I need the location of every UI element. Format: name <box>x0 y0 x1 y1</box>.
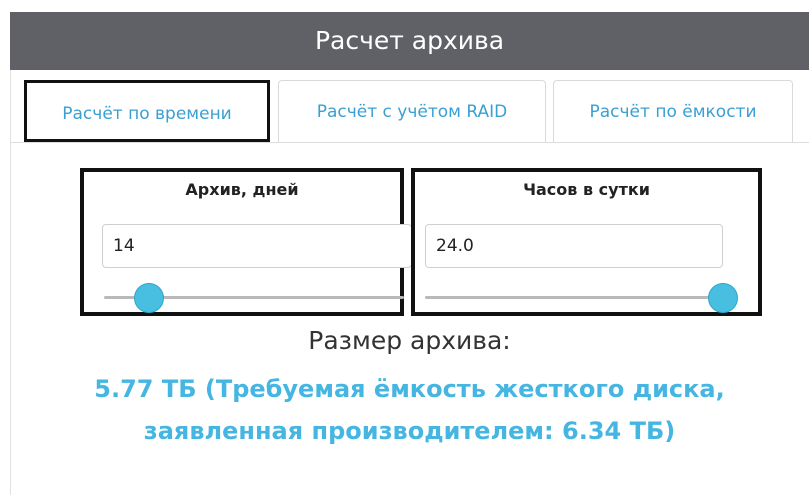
archive-days-slider-thumb[interactable] <box>134 283 164 313</box>
archive-size-result-line2: заявленная производителем: 6.34 ТБ) <box>143 417 676 445</box>
tab-by-time[interactable]: Расчёт по времени <box>24 80 270 142</box>
archive-size-result: 5.77 ТБ (Требуемая ёмкость жесткого диск… <box>10 368 809 452</box>
hours-per-day-slider-track[interactable] <box>425 296 725 299</box>
archive-days-label: Архив, дней <box>185 180 299 199</box>
hours-per-day-slider-thumb[interactable] <box>708 283 738 313</box>
archive-days-group: Архив, дней <box>80 168 412 316</box>
archive-size-result-line1: 5.77 ТБ (Требуемая ёмкость жесткого диск… <box>94 375 725 403</box>
hours-per-day-group: Часов в сутки <box>411 168 762 316</box>
tab-with-raid[interactable]: Расчёт с учётом RAID <box>278 80 546 142</box>
tab-by-capacity[interactable]: Расчёт по ёмкости <box>553 80 793 142</box>
archive-days-input[interactable] <box>102 224 412 268</box>
archive-calculator: Расчет архива Расчёт по времени Расчёт с… <box>0 0 809 495</box>
archive-size-title: Размер архива: <box>308 326 511 355</box>
window-title: Расчет архива <box>10 12 809 70</box>
hours-per-day-label: Часов в сутки <box>523 180 650 199</box>
tabs-divider <box>10 142 809 143</box>
hours-per-day-input[interactable] <box>425 224 723 268</box>
